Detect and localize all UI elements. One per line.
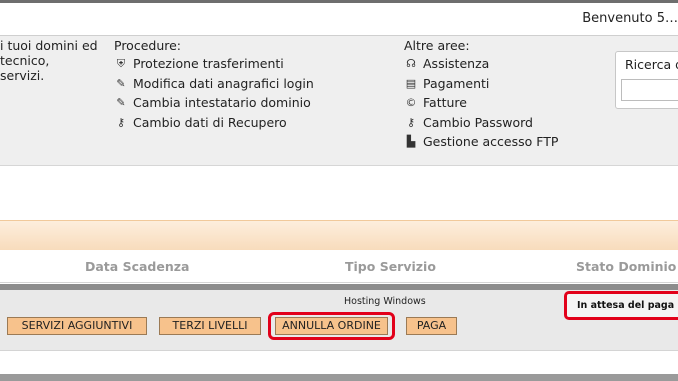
- link-protezione-trasferimenti[interactable]: ⛨ Protezione trasferimenti: [114, 54, 314, 74]
- service-type-cell: Hosting Windows: [344, 296, 426, 307]
- ftp-icon: ▙: [406, 135, 416, 149]
- link-fatture[interactable]: © Fatture: [404, 93, 558, 113]
- paga-button[interactable]: PAGA: [406, 317, 457, 335]
- link-label: Gestione accesso FTP: [423, 134, 559, 150]
- intro-line-1: i tuoi domini ed: [0, 38, 98, 53]
- annulla-ordine-button[interactable]: ANNULLA ORDINE: [275, 317, 388, 335]
- table-row: Hosting Windows In attesa del paga SERVI…: [0, 284, 678, 350]
- footer-strip: [0, 374, 678, 381]
- edit-icon: ✎: [116, 96, 126, 110]
- table-header: Data Scadenza Tipo Servizio Stato Domini…: [0, 250, 678, 283]
- link-label: Cambio dati di Recupero: [133, 114, 287, 130]
- link-assistenza[interactable]: ☊ Assistenza: [404, 54, 558, 74]
- headset-icon: ☊: [406, 57, 416, 71]
- link-label: Fatture: [423, 95, 467, 111]
- intro-text: i tuoi domini ed tecnico, servizi.: [0, 38, 100, 83]
- key-icon: ⚷: [406, 115, 416, 129]
- status-highlight: In attesa del paga: [564, 291, 678, 320]
- dashboard-panel: i tuoi domini ed tecnico, servizi. Proce…: [0, 36, 678, 166]
- link-label: Pagamenti: [423, 75, 490, 91]
- terzi-livelli-button[interactable]: TERZI LIVELLI: [159, 317, 261, 335]
- intro-line-3: servizi.: [0, 68, 45, 83]
- link-cambio-password[interactable]: ⚷ Cambio Password: [404, 113, 558, 133]
- intro-line-2: tecnico,: [0, 53, 50, 68]
- top-bar: Benvenuto 5…: [0, 0, 678, 36]
- servizi-aggiuntivi-button[interactable]: SERVIZI AGGIUNTIVI: [7, 317, 147, 335]
- search-box: Ricerca d: [615, 51, 678, 109]
- link-cambio-dati-recupero[interactable]: ⚷ Cambio dati di Recupero: [114, 113, 314, 133]
- link-cambia-intestatario[interactable]: ✎ Cambia intestatario dominio: [114, 93, 314, 113]
- link-label: Protezione trasferimenti: [133, 56, 284, 72]
- other-areas-column: Altre aree: ☊ Assistenza ▤ Pagamenti © F…: [404, 38, 558, 152]
- search-label: Ricerca d: [625, 57, 678, 72]
- key-icon: ⚷: [116, 115, 126, 129]
- payment-icon: ▤: [405, 76, 417, 90]
- procedures-title: Procedure:: [114, 38, 182, 53]
- link-modifica-dati-anagrafici[interactable]: ✎ Modifica dati anagrafici login: [114, 74, 314, 94]
- column-header-data-scadenza[interactable]: Data Scadenza: [85, 259, 189, 274]
- link-label: Cambia intestatario dominio: [133, 95, 311, 111]
- other-areas-title: Altre aree:: [404, 38, 470, 53]
- shield-icon: ⛨: [116, 57, 126, 71]
- link-gestione-ftp[interactable]: ▙ Gestione accesso FTP: [404, 132, 559, 152]
- link-label: Modifica dati anagrafici login: [133, 75, 314, 91]
- invoice-icon: ©: [405, 96, 417, 110]
- status-badge: In attesa del paga: [577, 300, 675, 311]
- column-header-stato-dominio[interactable]: Stato Dominio: [576, 259, 676, 274]
- content-spacer: [0, 167, 678, 220]
- procedures-column: Procedure: ⛨ Protezione trasferimenti ✎ …: [114, 38, 314, 132]
- section-header-bar: [0, 220, 678, 250]
- search-input[interactable]: [621, 79, 678, 101]
- welcome-text: Benvenuto 5…: [582, 11, 678, 26]
- link-label: Cambio Password: [423, 114, 533, 130]
- column-header-tipo-servizio[interactable]: Tipo Servizio: [345, 259, 436, 274]
- edit-icon: ✎: [116, 76, 126, 90]
- link-pagamenti[interactable]: ▤ Pagamenti: [404, 74, 558, 94]
- link-label: Assistenza: [423, 56, 490, 72]
